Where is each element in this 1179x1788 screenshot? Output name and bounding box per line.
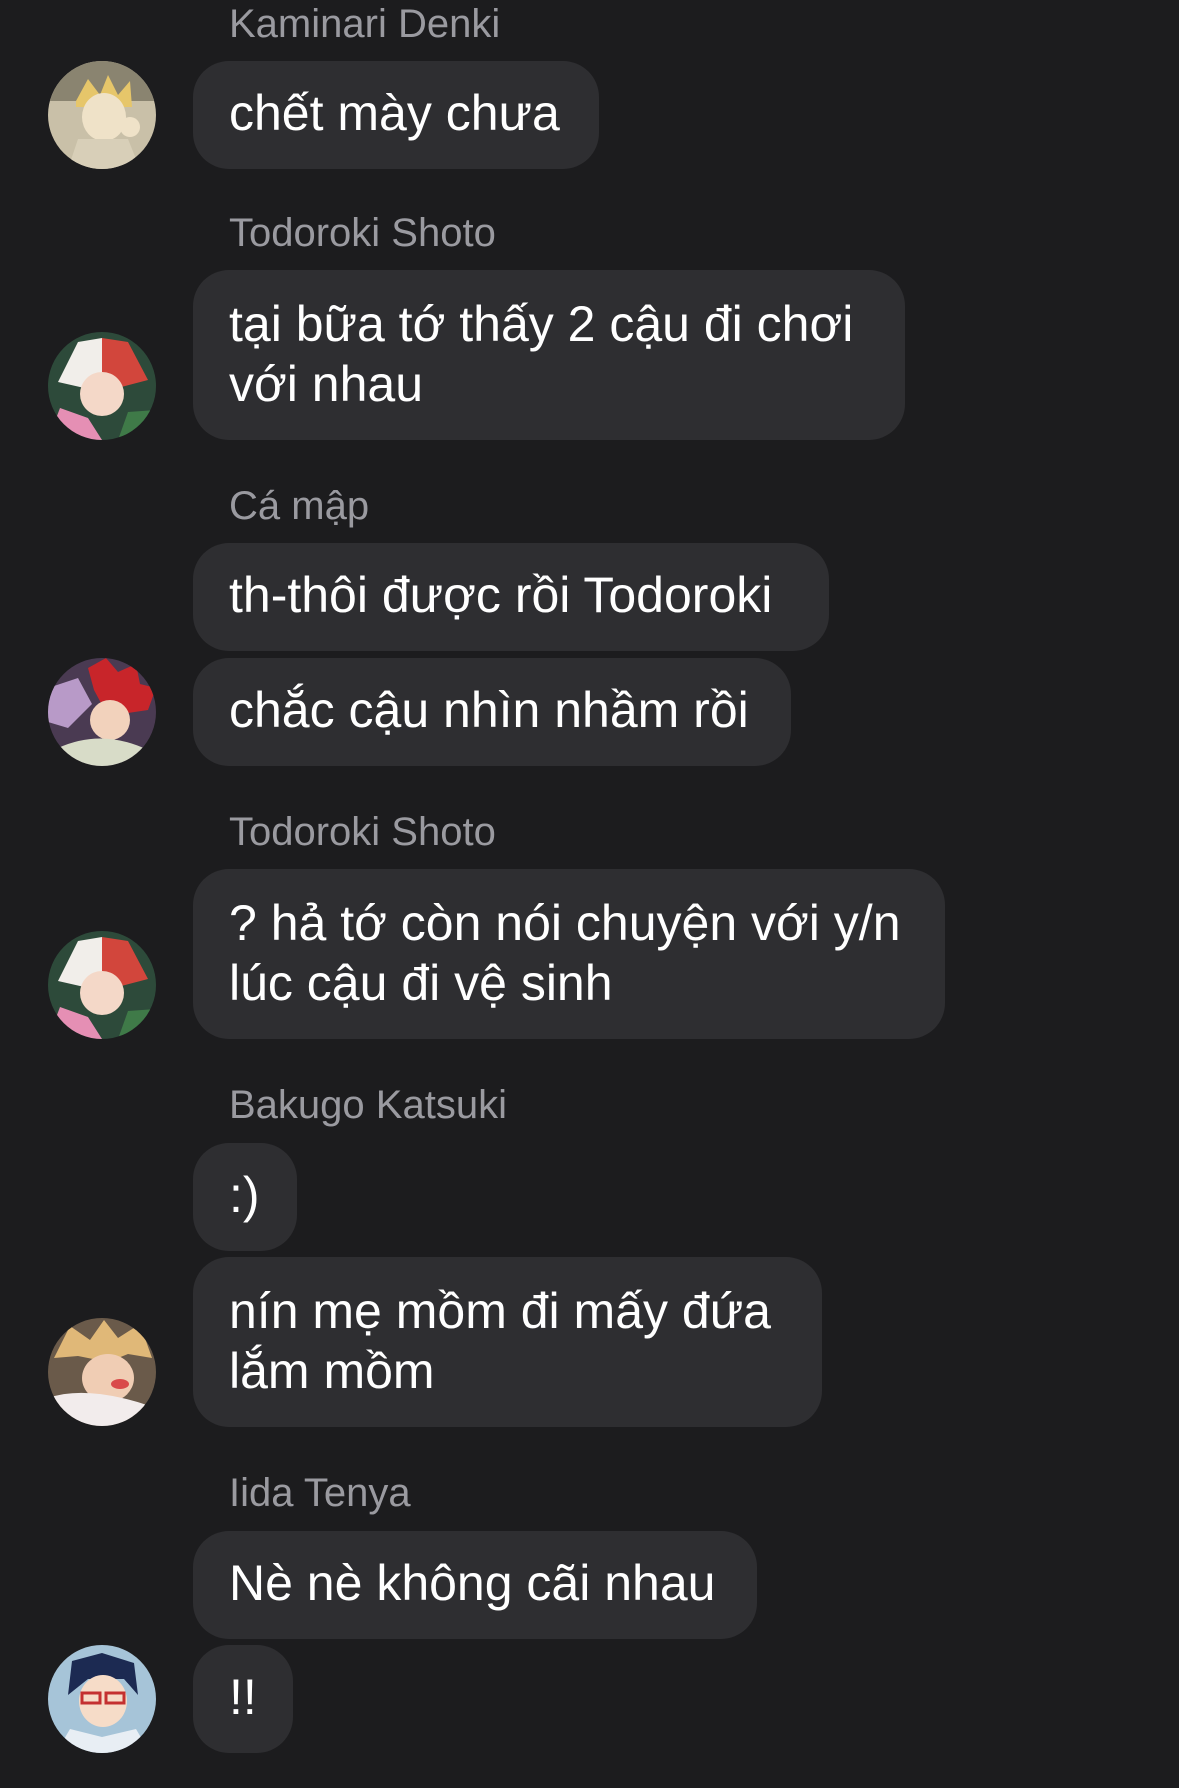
message-text-line: tại bữa tớ thấy 2 cậu đi chơi [229, 296, 854, 352]
message-bubble[interactable]: :) [193, 1143, 297, 1251]
sender-name: Cá mập [229, 484, 370, 528]
message-text-line: nín mẹ mồm đi mấy đứa [229, 1283, 771, 1339]
message-text: Nè nè không cãi nhau [229, 1555, 716, 1611]
message-text: chết mày chưa [229, 85, 560, 141]
message-text-line: lúc cậu đi vệ sinh [229, 955, 613, 1011]
message-bubble[interactable]: th-thôi được rồi Todoroki [193, 543, 829, 651]
message-text: :) [229, 1167, 260, 1223]
sender-name: Todoroki Shoto [229, 211, 496, 255]
message-text: th-thôi được rồi Todoroki [229, 567, 773, 623]
message-bubble[interactable]: nín mẹ mồm đi mấy đứa lắm mồm [193, 1257, 822, 1427]
message-bubble[interactable]: tại bữa tớ thấy 2 cậu đi chơi với nhau [193, 270, 905, 440]
message-text-line: lắm mồm [229, 1343, 435, 1399]
message-bubble[interactable]: ? hả tớ còn nói chuyện với y/n lúc cậu đ… [193, 869, 945, 1039]
message-text: chắc cậu nhìn nhầm rồi [229, 682, 749, 738]
avatar-todoroki[interactable] [48, 931, 156, 1039]
sender-name: Todoroki Shoto [229, 810, 496, 854]
sender-name: Bakugo Katsuki [229, 1083, 507, 1127]
message-bubble[interactable]: Nè nè không cãi nhau [193, 1531, 757, 1639]
avatar-todoroki[interactable] [48, 332, 156, 440]
avatar-bakugo[interactable] [48, 1318, 156, 1426]
message-bubble[interactable]: !! [193, 1645, 293, 1753]
sender-name: Iida Tenya [229, 1471, 411, 1515]
avatar-iida[interactable] [48, 1645, 156, 1753]
sender-name: Kaminari Denki [229, 2, 501, 46]
avatar-ca-map[interactable] [48, 658, 156, 766]
message-bubble[interactable]: chắc cậu nhìn nhầm rồi [193, 658, 791, 766]
message-bubble[interactable]: chết mày chưa [193, 61, 599, 169]
message-text: !! [229, 1669, 257, 1725]
avatar-kaminari[interactable] [48, 61, 156, 169]
message-text-line: với nhau [229, 356, 424, 412]
message-text-line: ? hả tớ còn nói chuyện với y/n [229, 895, 901, 951]
